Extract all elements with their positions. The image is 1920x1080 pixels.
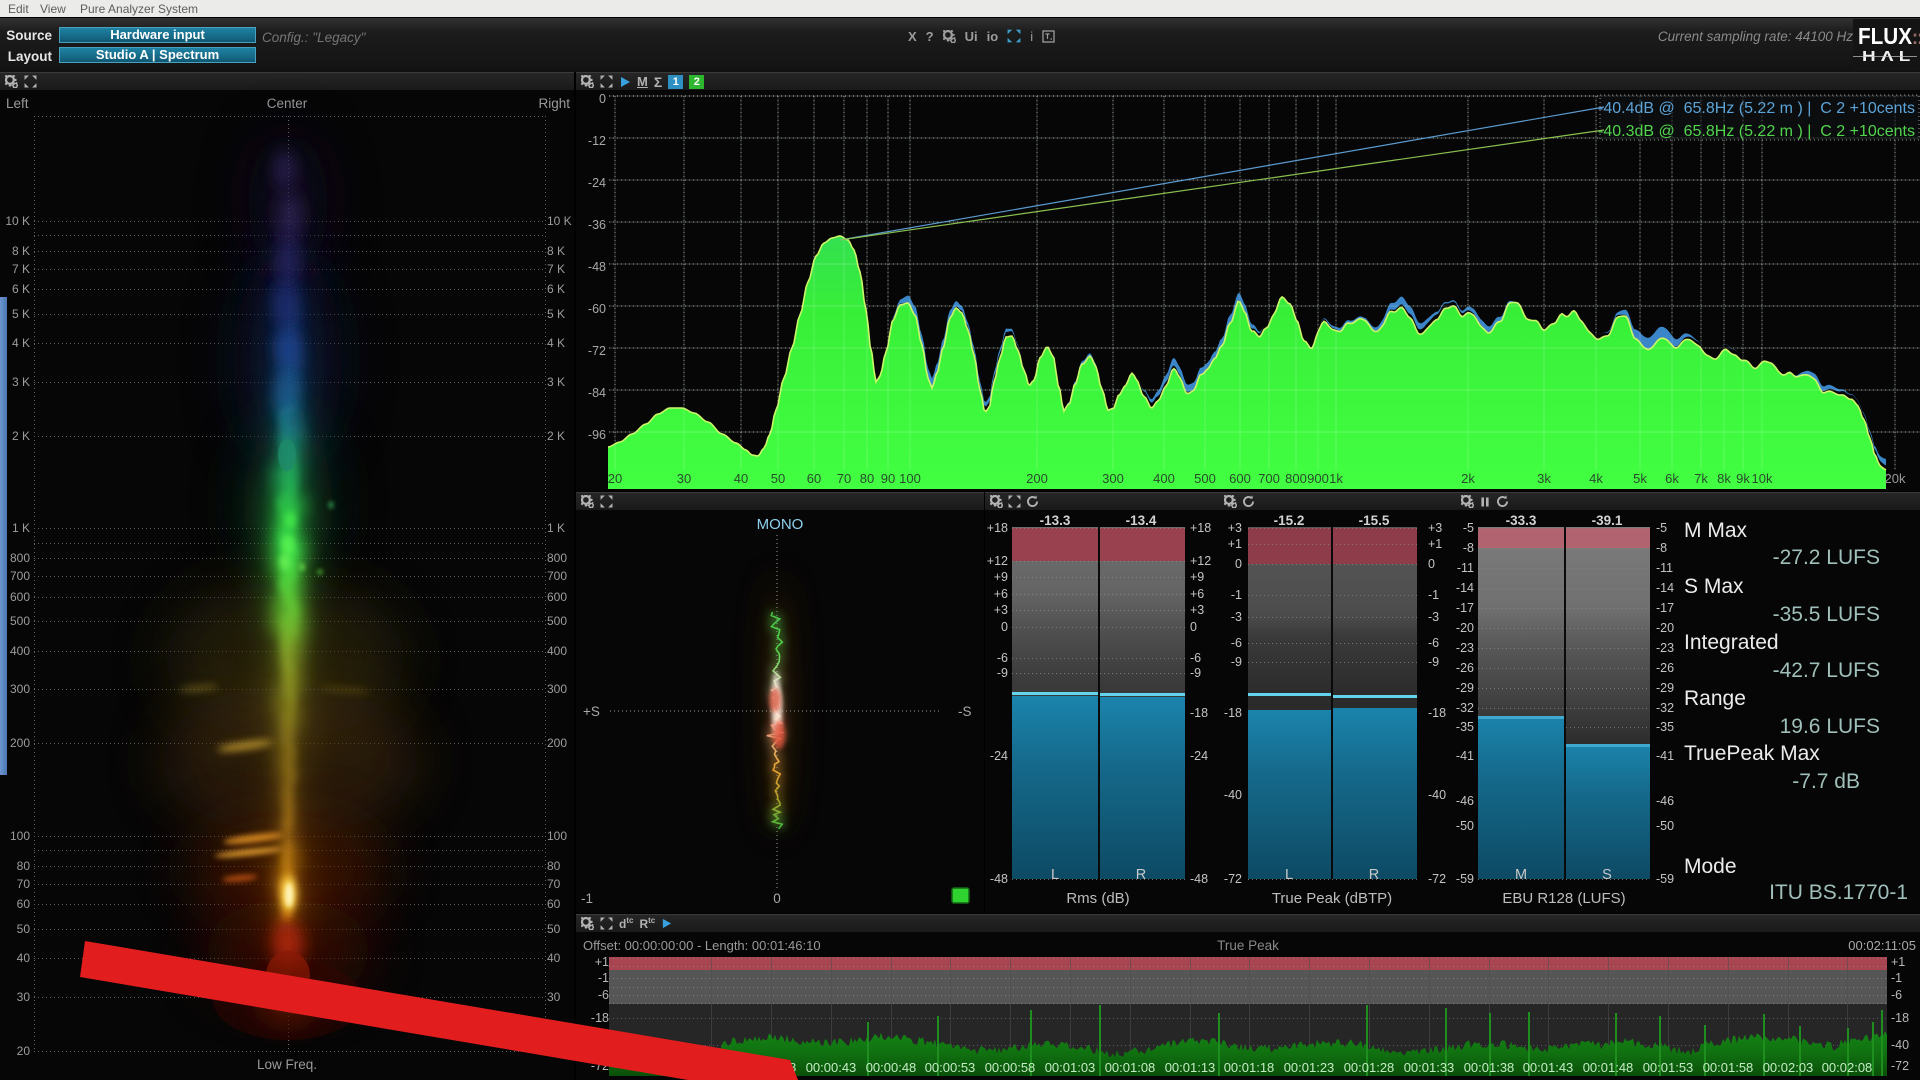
svg-text:7k: 7k <box>1694 471 1708 486</box>
svg-text:0: 0 <box>773 891 781 906</box>
svg-text:9k: 9k <box>1736 471 1750 486</box>
svg-text:700: 700 <box>1258 471 1280 486</box>
svg-text:-36: -36 <box>588 218 606 232</box>
svg-text:900: 900 <box>1307 471 1329 486</box>
svg-text:3k: 3k <box>1537 471 1551 486</box>
svg-text:200: 200 <box>1026 471 1048 486</box>
svg-text:2k: 2k <box>1461 471 1475 486</box>
svg-text:20k: 20k <box>1885 471 1906 486</box>
svg-text:-40.3dB @ 65.8Hz (5.22 m ) |: -40.3dB @ 65.8Hz (5.22 m ) | C 2 +10cent… <box>1598 123 1915 140</box>
svg-text:4k: 4k <box>1589 471 1603 486</box>
svg-text:300: 300 <box>1102 471 1124 486</box>
svg-text:0: 0 <box>599 92 606 106</box>
svg-text:50: 50 <box>771 471 785 486</box>
svg-text:40: 40 <box>734 471 748 486</box>
svg-text:-72: -72 <box>588 344 606 358</box>
svg-text:10k: 10k <box>1752 471 1773 486</box>
svg-text:-60: -60 <box>588 302 606 316</box>
svg-text:60: 60 <box>807 471 821 486</box>
svg-text:5k: 5k <box>1633 471 1647 486</box>
svg-text:400: 400 <box>1153 471 1175 486</box>
svg-text:600: 600 <box>1229 471 1251 486</box>
svg-text:800: 800 <box>1285 471 1307 486</box>
svg-text:80: 80 <box>860 471 874 486</box>
svg-text:-24: -24 <box>588 176 606 190</box>
svg-text:-40.4dB @ 65.8Hz (5.22 m ) |: -40.4dB @ 65.8Hz (5.22 m ) | C 2 +10cent… <box>1598 100 1915 117</box>
svg-text:90: 90 <box>881 471 895 486</box>
svg-text:-96: -96 <box>588 428 606 442</box>
svg-text:-84: -84 <box>588 386 606 400</box>
svg-text:6k: 6k <box>1665 471 1679 486</box>
svg-text:-12: -12 <box>588 134 606 148</box>
svg-text:1k: 1k <box>1329 471 1343 486</box>
svg-text:-S: -S <box>958 704 972 719</box>
svg-text:20: 20 <box>608 471 622 486</box>
svg-text:70: 70 <box>837 471 851 486</box>
svg-text:30: 30 <box>677 471 691 486</box>
svg-text:500: 500 <box>1194 471 1216 486</box>
svg-text:100: 100 <box>899 471 921 486</box>
svg-text:-48: -48 <box>588 260 606 274</box>
svg-text:-1: -1 <box>581 891 593 906</box>
svg-text:+S: +S <box>583 704 600 719</box>
svg-text:8k: 8k <box>1717 471 1731 486</box>
